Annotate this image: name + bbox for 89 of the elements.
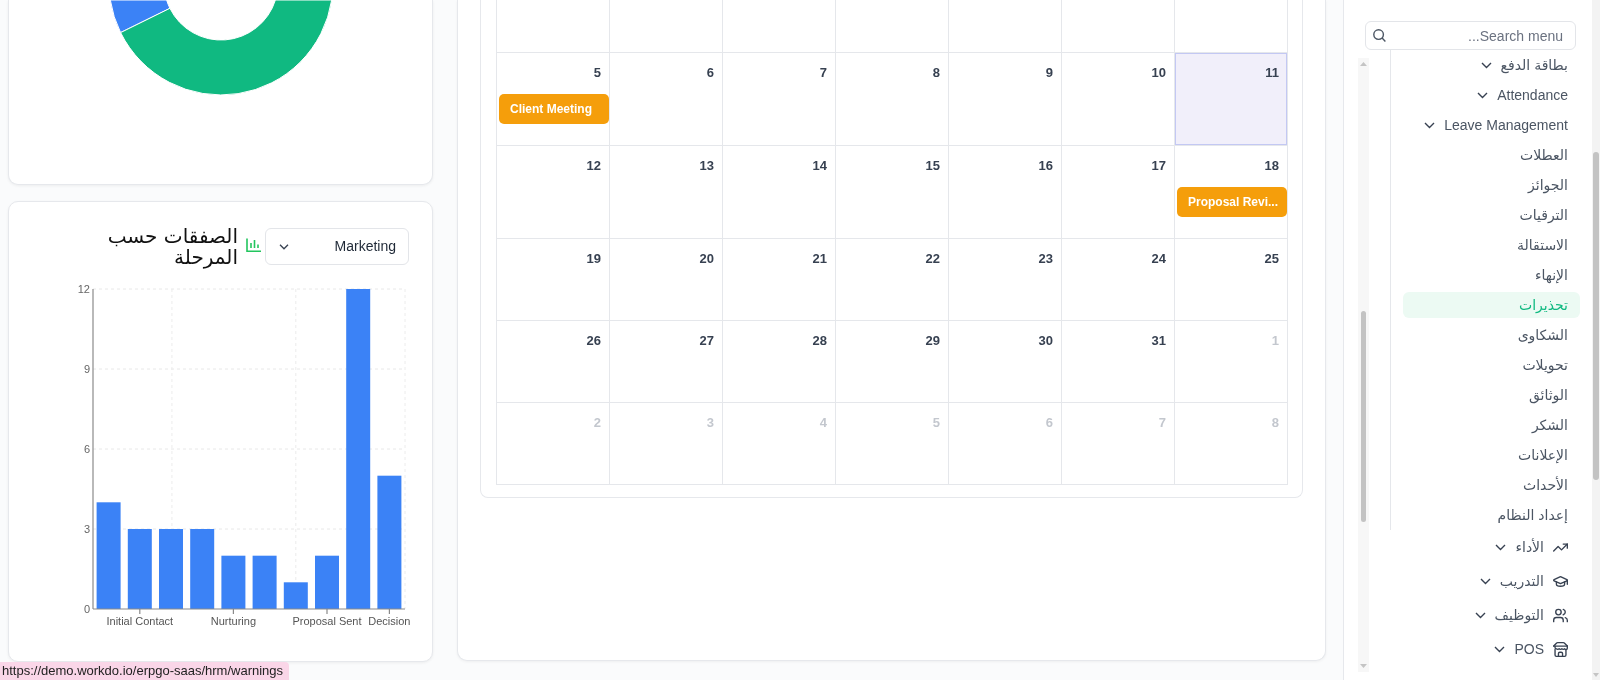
day-number: 26 [586, 333, 601, 348]
chevron-down-icon [1479, 577, 1491, 585]
menu-item[interactable]: الإنهاء [1403, 262, 1580, 288]
scroll-down-icon [1593, 673, 1599, 677]
scrollbar-thumb[interactable] [1593, 152, 1599, 480]
menu-item[interactable]: الجوائز [1403, 172, 1580, 198]
chevron-down-icon [1477, 91, 1489, 99]
day-number: 21 [812, 251, 827, 266]
day-number: 23 [1038, 251, 1053, 266]
menu-item[interactable]: العطلات [1403, 142, 1580, 168]
day-number: 14 [812, 158, 827, 173]
day-number: 6 [1045, 415, 1053, 430]
pipeline-dropdown[interactable]: Marketing [265, 228, 409, 265]
store-icon [1553, 641, 1568, 657]
menu-item[interactable]: التدريب [1376, 568, 1580, 594]
day-number: 16 [1038, 158, 1053, 173]
tick-label: 12 [77, 283, 90, 295]
day-number: 1 [1271, 333, 1279, 348]
menu-item[interactable]: الترقيات [1403, 202, 1580, 228]
menu-item[interactable]: الشكاوى [1403, 322, 1580, 348]
menu-item[interactable]: الاستقالة [1403, 232, 1580, 258]
menu-item[interactable]: إعداد النظام [1403, 502, 1580, 528]
chevron-down-icon [1474, 611, 1486, 619]
day-number: 8 [1271, 415, 1279, 430]
menu-item[interactable]: الوثائق [1403, 382, 1580, 408]
bar-chart-icon [246, 238, 261, 252]
day-number: 5 [932, 415, 940, 430]
day-number: 9 [1045, 65, 1053, 80]
day-number: 15 [925, 158, 940, 173]
day-number: 8 [932, 65, 940, 80]
tick-label: Nurturing [210, 615, 256, 627]
menu-item[interactable]: الإعلانات [1403, 442, 1580, 468]
menu-item[interactable]: الأحداث [1403, 472, 1580, 498]
bar [283, 582, 308, 609]
chevron-down-icon [1495, 543, 1507, 551]
menu-item[interactable]: التوظيف [1376, 602, 1580, 628]
menu-item[interactable]: الشكر [1403, 412, 1580, 438]
day-number: 29 [925, 333, 940, 348]
menu-item[interactable]: بطاقة الدفع [1403, 52, 1580, 78]
menu-item[interactable]: Leave Management [1403, 112, 1580, 138]
menu-item[interactable]: الأداء [1376, 534, 1580, 560]
scroll-up-icon [1360, 62, 1367, 66]
bar [252, 555, 277, 609]
day-number: 7 [1158, 415, 1166, 430]
chevron-down-icon [1494, 645, 1506, 653]
bar [315, 555, 339, 609]
day-number: 18 [1264, 158, 1279, 173]
tick-label: 3 [83, 523, 90, 535]
menu-item[interactable]: Attendance [1403, 82, 1580, 108]
tick-label: Decision [368, 615, 411, 627]
chevron-down-icon [1480, 61, 1492, 69]
day-number: 25 [1264, 251, 1279, 266]
day-number: 31 [1151, 333, 1166, 348]
bar [221, 555, 246, 609]
day-number: 20 [699, 251, 714, 266]
menu-item[interactable]: POS [1376, 636, 1580, 662]
day-number: 6 [706, 65, 714, 80]
tick-label: 9 [83, 363, 90, 375]
day-number: 24 [1151, 251, 1166, 266]
day-number: 22 [925, 251, 940, 266]
search-field[interactable]: ...Search menu [1365, 21, 1576, 50]
chevron-down-icon [279, 243, 289, 250]
day-number: 10 [1151, 65, 1166, 80]
day-number: 13 [699, 158, 714, 173]
day-number: 12 [586, 158, 601, 173]
menu-item[interactable]: تحويلات [1403, 352, 1580, 378]
users-icon [1553, 607, 1568, 623]
day-number: 5 [593, 65, 601, 80]
tick-label: 0 [83, 603, 90, 615]
card-title: الصفقات حسب المرحلة [106, 226, 238, 268]
day-number: 30 [1038, 333, 1053, 348]
tick-label: Initial Contact [106, 615, 174, 627]
day-number: 28 [812, 333, 827, 348]
day-number: 7 [819, 65, 827, 80]
day-number: 17 [1151, 158, 1166, 173]
graduation-cap-icon [1553, 573, 1568, 589]
search-icon [1373, 29, 1386, 42]
tick-label: 6 [83, 443, 90, 455]
day-number: 11 [1265, 65, 1279, 80]
day-number: 19 [586, 251, 601, 266]
day-number: 27 [699, 333, 714, 348]
scrollbar-thumb[interactable] [1361, 311, 1366, 522]
chevron-down-icon [1424, 121, 1436, 129]
day-number: 4 [819, 415, 827, 430]
day-number: 2 [593, 415, 601, 430]
day-number: 3 [706, 415, 714, 430]
scroll-down-icon [1360, 664, 1367, 668]
status-url: https://demo.workdo.io/erpgo-saas/hrm/warnings [0, 662, 290, 680]
tick-label: Proposal Sent [292, 615, 362, 627]
